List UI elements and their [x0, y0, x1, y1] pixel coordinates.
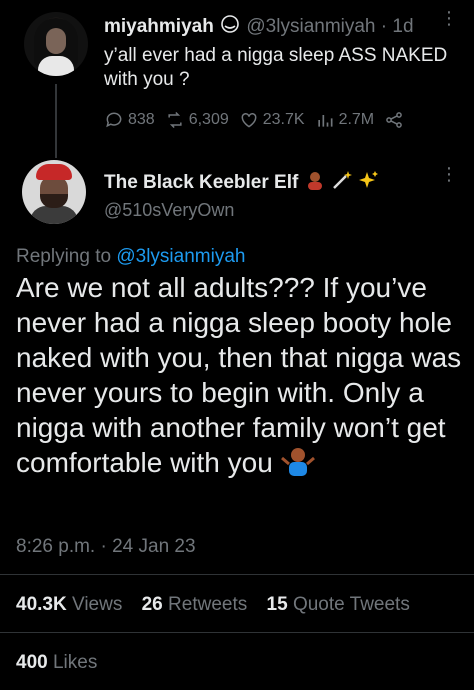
author-handle[interactable]: @3lysianmiyah: [246, 16, 375, 37]
avatar[interactable]: [24, 12, 88, 76]
tweet-body: Are we not all adults??? If you’ve never…: [16, 272, 462, 478]
tweet-text: Are we not all adults??? If you’ve never…: [16, 270, 466, 484]
heart-icon: [241, 112, 257, 128]
share-icon: [386, 112, 402, 128]
replying-to: Replying to @3lysianmiyah: [16, 246, 245, 268]
thread-connector: [55, 84, 57, 158]
quotes-stat[interactable]: 15 Quote Tweets: [267, 594, 410, 615]
replying-to-handle[interactable]: @3lysianmiyah: [116, 246, 245, 267]
more-options-icon[interactable]: ⋮: [440, 8, 458, 29]
retweets-stat[interactable]: 26 Retweets: [142, 594, 248, 615]
author-name[interactable]: The Black Keebler Elf: [104, 172, 298, 193]
more-options-icon[interactable]: ⋮: [440, 164, 458, 185]
face-emoji-icon: [219, 14, 241, 40]
reply-icon: [106, 112, 122, 128]
retweet-icon: [168, 111, 182, 129]
parent-author-row: miyahmiyah @3lysianmiyah · 1d: [104, 14, 414, 40]
like-button[interactable]: 23.7K: [239, 110, 305, 130]
author-name-row: The Black Keebler Elf: [104, 170, 380, 196]
tweet-timestamp[interactable]: 8:26 p.m. · 24 Jan 23: [16, 536, 196, 558]
avatar[interactable]: [22, 160, 86, 224]
divider: [0, 632, 474, 633]
views-count: 40.3K: [16, 594, 67, 615]
share-button[interactable]: [384, 110, 408, 130]
parent-tweet-text: y’all ever had a nigga sleep ASS NAKED w…: [104, 45, 448, 90]
views-label: Views: [71, 594, 123, 615]
engagement-stats: 40.3K Views 26 Retweets 15 Quote Tweets: [16, 594, 410, 616]
views-stat[interactable]: 40.3K Views: [16, 594, 122, 615]
sparkles-icon: [358, 170, 380, 196]
author-name[interactable]: miyahmiyah: [104, 16, 214, 37]
person-emoji-icon: [304, 170, 326, 196]
retweets-count: 26: [141, 594, 163, 615]
divider: [0, 574, 474, 575]
parent-tweet-actions: 838 6,309 23.7K 2.7M: [104, 110, 418, 130]
likes-label: Likes: [52, 652, 98, 673]
retweet-count: 6,309: [188, 111, 229, 128]
author-handle[interactable]: @510sVeryOwn: [104, 200, 234, 221]
views-count: 2.7M: [338, 111, 375, 128]
tweet-age[interactable]: 1d: [392, 16, 413, 37]
retweet-button[interactable]: 6,309: [165, 110, 229, 130]
likes-stat[interactable]: 400 Likes: [16, 652, 97, 674]
views-button[interactable]: 2.7M: [315, 110, 375, 130]
quotes-count: 15: [266, 594, 288, 615]
analytics-icon: [317, 115, 333, 127]
replying-to-label: Replying to: [16, 246, 112, 267]
reply-count: 838: [128, 111, 155, 128]
reply-button[interactable]: 838: [104, 110, 155, 130]
like-count: 23.7K: [262, 111, 305, 128]
retweets-label: Retweets: [168, 594, 248, 615]
magic-wand-icon: [331, 170, 353, 196]
quotes-label: Quote Tweets: [292, 594, 410, 615]
likes-count: 400: [16, 652, 48, 673]
shrug-emoji-icon: [280, 446, 315, 484]
